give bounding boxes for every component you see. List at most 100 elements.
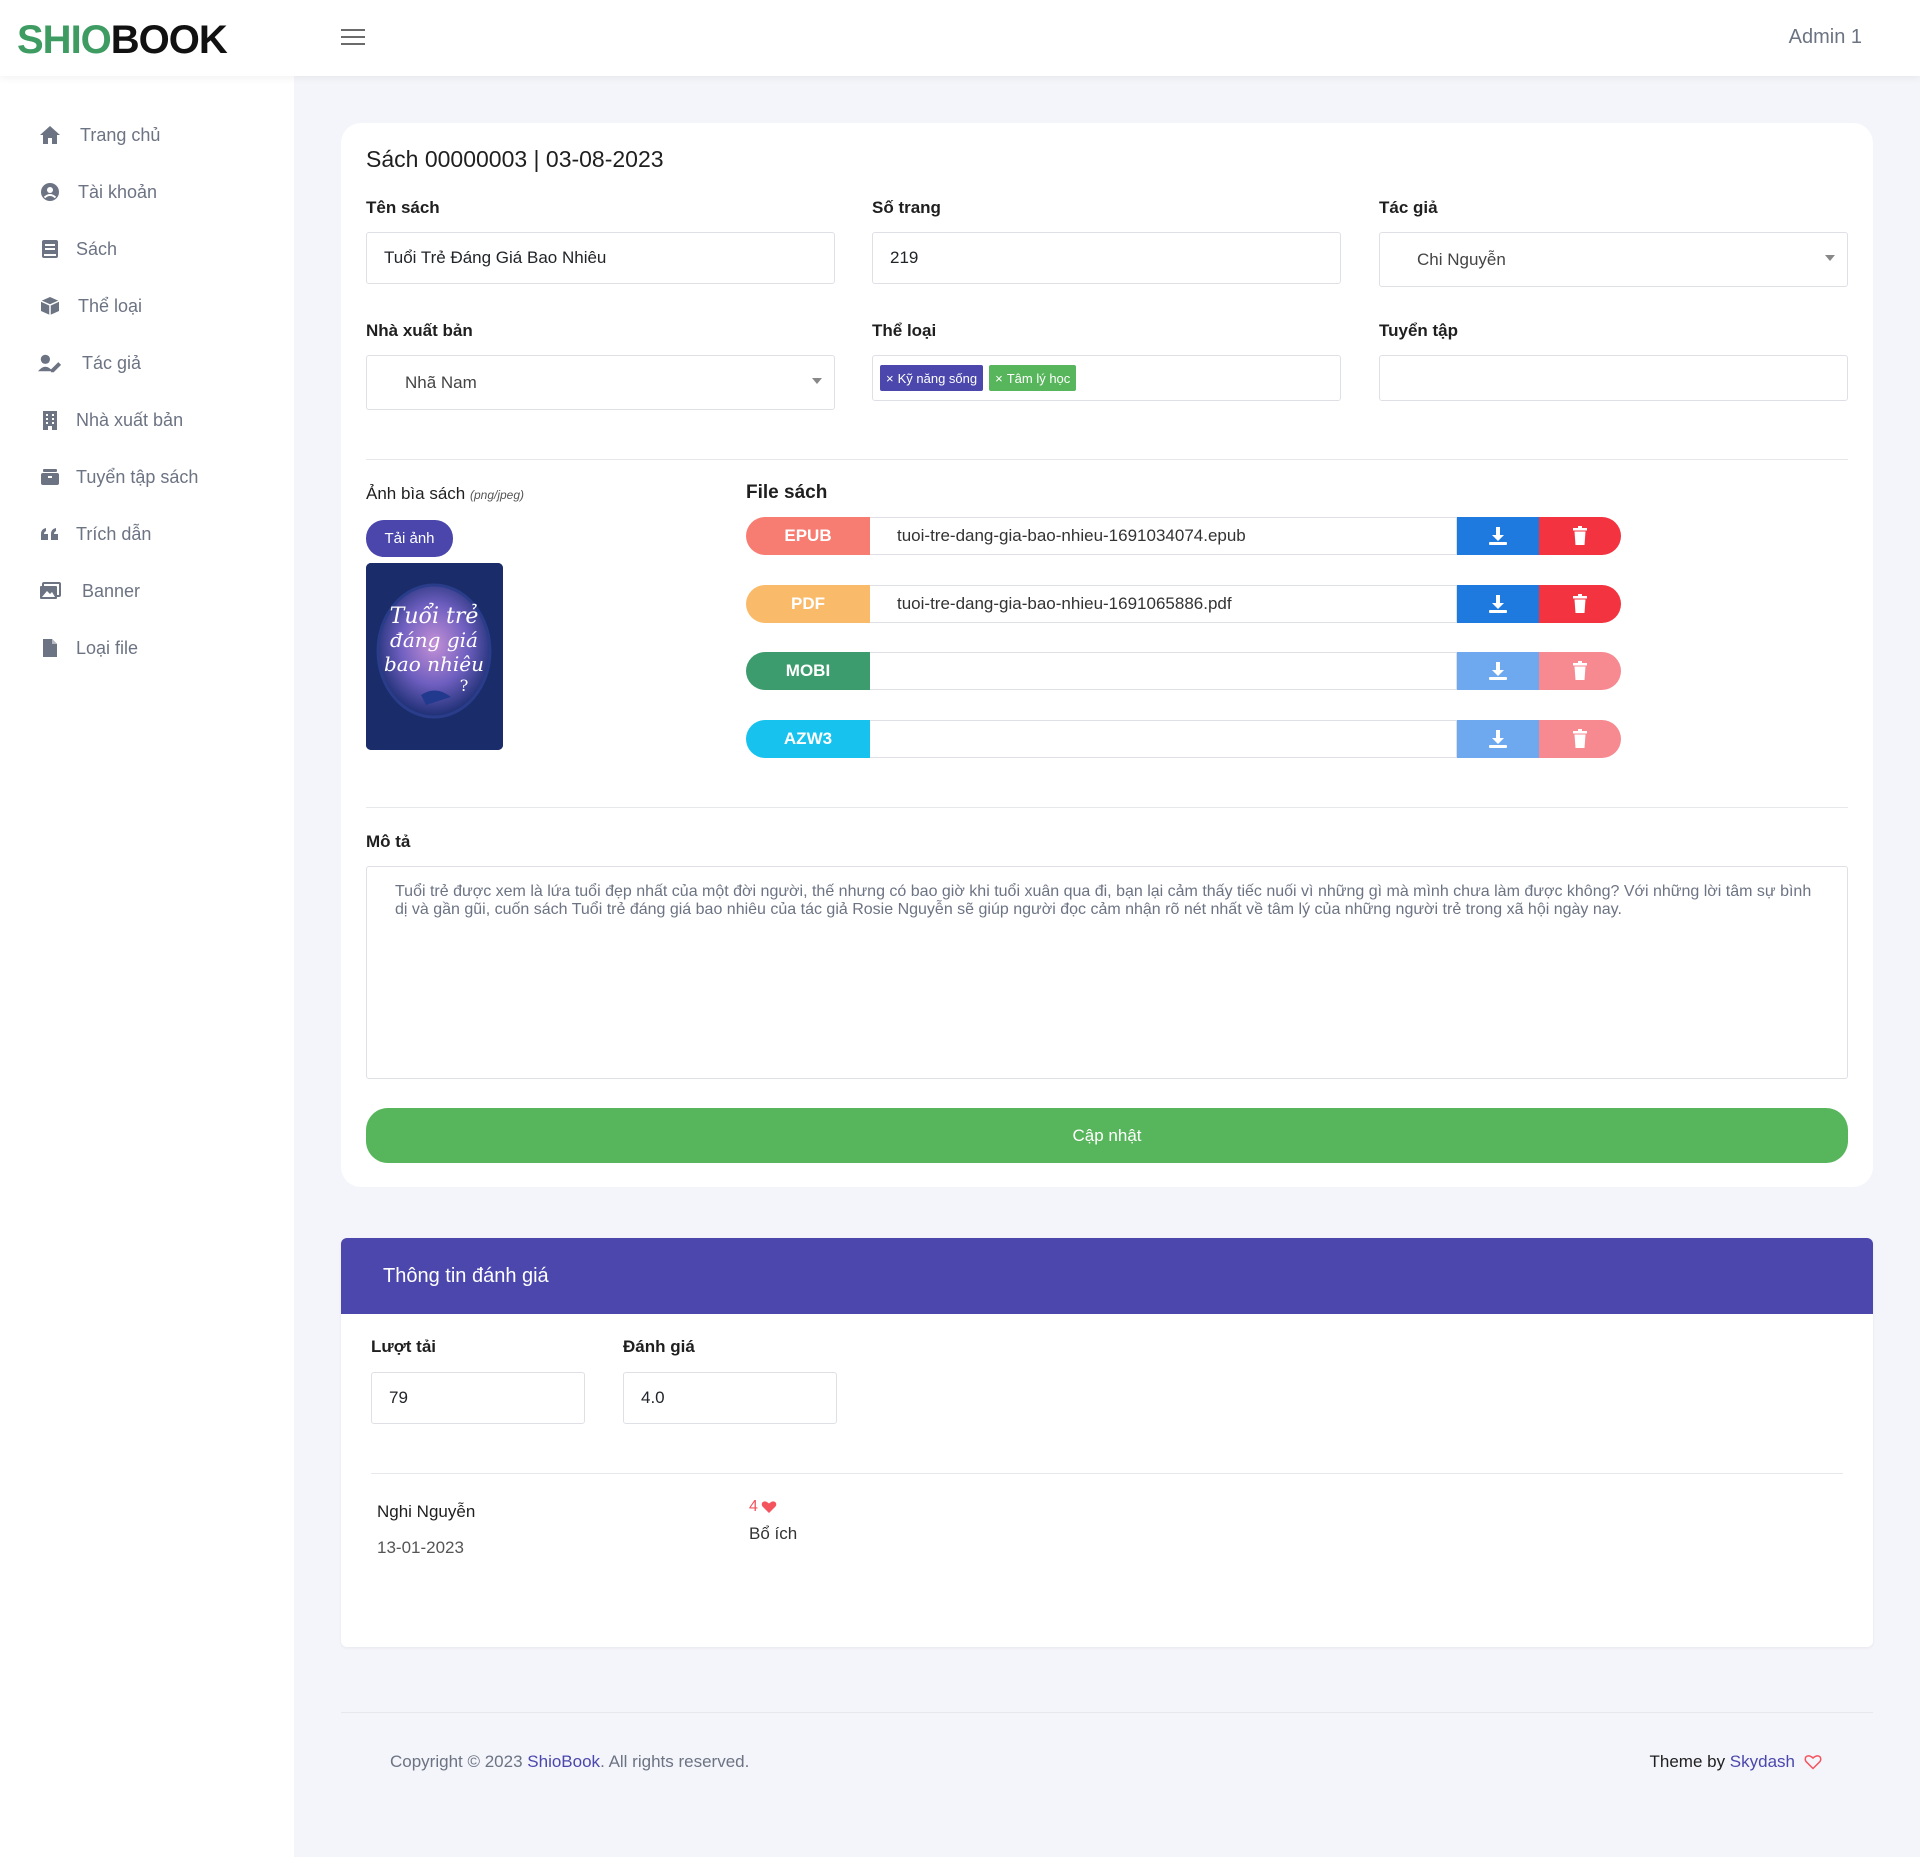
category-tag[interactable]: × Kỹ năng sống [880, 365, 984, 391]
theme-link[interactable]: Skydash [1730, 1752, 1795, 1772]
footer-theme-credit: Theme by Skydash [1649, 1752, 1822, 1772]
sidebar-item-books[interactable]: Sách [38, 234, 117, 264]
category-tag[interactable]: × Tâm lý học [989, 365, 1077, 391]
review-comment: Bổ ích [749, 1524, 798, 1543]
rating-input[interactable]: 4.0 [623, 1372, 837, 1424]
category-multiselect[interactable]: × Kỹ năng sống × Tâm lý học [872, 355, 1341, 401]
download-button[interactable] [1457, 585, 1539, 623]
cover-text-line-3: bao nhiêu [384, 652, 484, 676]
sidebar-item-label: Nhà xuất bản [76, 409, 184, 430]
cover-text-line-4: ? [460, 676, 469, 695]
sidebar-item-banner[interactable]: Banner [38, 576, 140, 606]
author-value: Chi Nguyễn [1417, 249, 1506, 269]
building-icon [38, 408, 62, 432]
upload-cover-button[interactable]: Tải ảnh [366, 520, 453, 557]
sidebar-item-label: Tuyển tập sách [76, 466, 199, 487]
file-row-pdf: PDF tuoi-tre-dang-gia-bao-nhieu-16910658… [746, 585, 1621, 623]
delete-button[interactable] [1539, 517, 1621, 555]
chevron-down-icon [812, 378, 822, 384]
file-name: tuoi-tre-dang-gia-bao-nhieu-1691065886.p… [897, 594, 1232, 613]
downloads-label: Lượt tải [371, 1337, 437, 1356]
collection-input[interactable] [1379, 355, 1848, 401]
cover-art: Tuổi trẻ đáng giá bao nhiêu ? [366, 563, 503, 750]
page-title: Sách 00000003 | 03-08-2023 [366, 146, 664, 172]
copyright-prefix: Copyright © 2023 [390, 1752, 528, 1771]
book-name-label: Tên sách [366, 198, 440, 217]
book-name-input[interactable]: Tuổi Trẻ Đáng Giá Bao Nhiêu [366, 232, 835, 284]
book-name-value: Tuổi Trẻ Đáng Giá Bao Nhiêu [384, 248, 607, 267]
file-name: tuoi-tre-dang-gia-bao-nhieu-1691034074.e… [897, 526, 1246, 545]
pages-input[interactable]: 219 [872, 232, 1341, 284]
author-icon [38, 351, 62, 375]
author-select[interactable]: Chi Nguyễn [1379, 232, 1848, 287]
sidebar-item-label: Trích dẫn [76, 523, 152, 544]
downloads-value: 79 [389, 1388, 408, 1407]
author-label: Tác giả [1379, 198, 1438, 217]
sidebar-item-label: Thể loại [78, 295, 143, 316]
cover-text-line-1: Tuổi trẻ [390, 601, 479, 629]
trash-icon [1573, 594, 1587, 613]
download-button[interactable] [1457, 720, 1539, 758]
sidebar-item-account[interactable]: Tài khoản [38, 177, 157, 207]
file-name-field[interactable]: tuoi-tre-dang-gia-bao-nhieu-1691065886.p… [870, 585, 1457, 623]
file-row-azw3: AZW3 [746, 720, 1621, 758]
sidebar: Trang chủ Tài khoản Sách Thể loại Tác gi… [0, 76, 294, 1857]
review-card: Thông tin đánh giá [341, 1238, 1873, 1647]
delete-button[interactable] [1539, 720, 1621, 758]
sidebar-item-label: Trang chủ [80, 124, 161, 145]
publisher-value: Nhã Nam [405, 372, 477, 392]
logo[interactable]: SHIOBOOK [17, 18, 228, 63]
file-name-field[interactable]: tuoi-tre-dang-gia-bao-nhieu-1691034074.e… [870, 517, 1457, 555]
sidebar-item-publishers[interactable]: Nhà xuất bản [38, 405, 183, 435]
sidebar-item-label: Loại file [76, 637, 139, 658]
menu-toggle-icon[interactable] [341, 29, 365, 47]
cover-label-text: Ảnh bìa sách [366, 484, 466, 503]
review-score: 4 [749, 1498, 777, 1516]
divider [371, 1473, 1843, 1474]
file-icon [38, 636, 62, 660]
rating-value: 4.0 [641, 1388, 665, 1407]
download-button[interactable] [1457, 652, 1539, 690]
sidebar-item-label: Sách [76, 238, 118, 259]
review-card-header: Thông tin đánh giá [341, 1238, 1873, 1314]
book-cover-image: Tuổi trẻ đáng giá bao nhiêu ? [366, 563, 503, 750]
brand-link[interactable]: ShioBook [527, 1752, 600, 1771]
update-button[interactable]: Cập nhật [366, 1108, 1848, 1163]
sidebar-item-collections[interactable]: Tuyển tập sách [38, 462, 198, 492]
trash-icon [1573, 661, 1587, 680]
sidebar-item-label: Tác giả [82, 352, 142, 373]
publisher-select[interactable]: Nhã Nam [366, 355, 835, 410]
file-type-badge: MOBI [746, 652, 870, 690]
file-type-badge: EPUB [746, 517, 870, 555]
logo-part-book: BOOK [110, 18, 228, 62]
publisher-label: Nhà xuất bản [366, 321, 473, 340]
description-text: Tuổi trẻ được xem là lứa tuổi đẹp nhất c… [395, 883, 1812, 918]
footer-divider [341, 1712, 1873, 1713]
box-icon [38, 294, 62, 318]
files-label: File sách [746, 482, 828, 503]
sidebar-item-categories[interactable]: Thể loại [38, 291, 142, 321]
sidebar-item-authors[interactable]: Tác giả [38, 348, 141, 378]
download-button[interactable] [1457, 517, 1539, 555]
user-menu[interactable]: Admin 1 [1789, 26, 1862, 49]
divider [366, 807, 1848, 808]
download-icon [1489, 662, 1507, 680]
sidebar-item-home[interactable]: Trang chủ [38, 120, 160, 150]
download-icon [1489, 730, 1507, 748]
sidebar-item-label: Tài khoản [78, 181, 158, 202]
rating-label: Đánh giá [623, 1337, 695, 1356]
category-tag-label: Kỹ năng sống [897, 370, 978, 386]
description-textarea[interactable]: Tuổi trẻ được xem là lứa tuổi đẹp nhất c… [366, 866, 1848, 1079]
downloads-input[interactable]: 79 [371, 1372, 585, 1424]
file-type-badge: PDF [746, 585, 870, 623]
delete-button[interactable] [1539, 585, 1621, 623]
sidebar-item-quotes[interactable]: Trích dẫn [38, 519, 151, 549]
cover-text-line-2: đáng giá [390, 628, 478, 652]
collection-label: Tuyển tập [1379, 321, 1459, 340]
file-name-field[interactable] [870, 652, 1457, 690]
sidebar-item-file-types[interactable]: Loại file [38, 633, 138, 663]
collection-icon [38, 465, 62, 489]
file-name-field[interactable] [870, 720, 1457, 758]
delete-button[interactable] [1539, 652, 1621, 690]
sidebar-item-label: Banner [82, 580, 141, 601]
